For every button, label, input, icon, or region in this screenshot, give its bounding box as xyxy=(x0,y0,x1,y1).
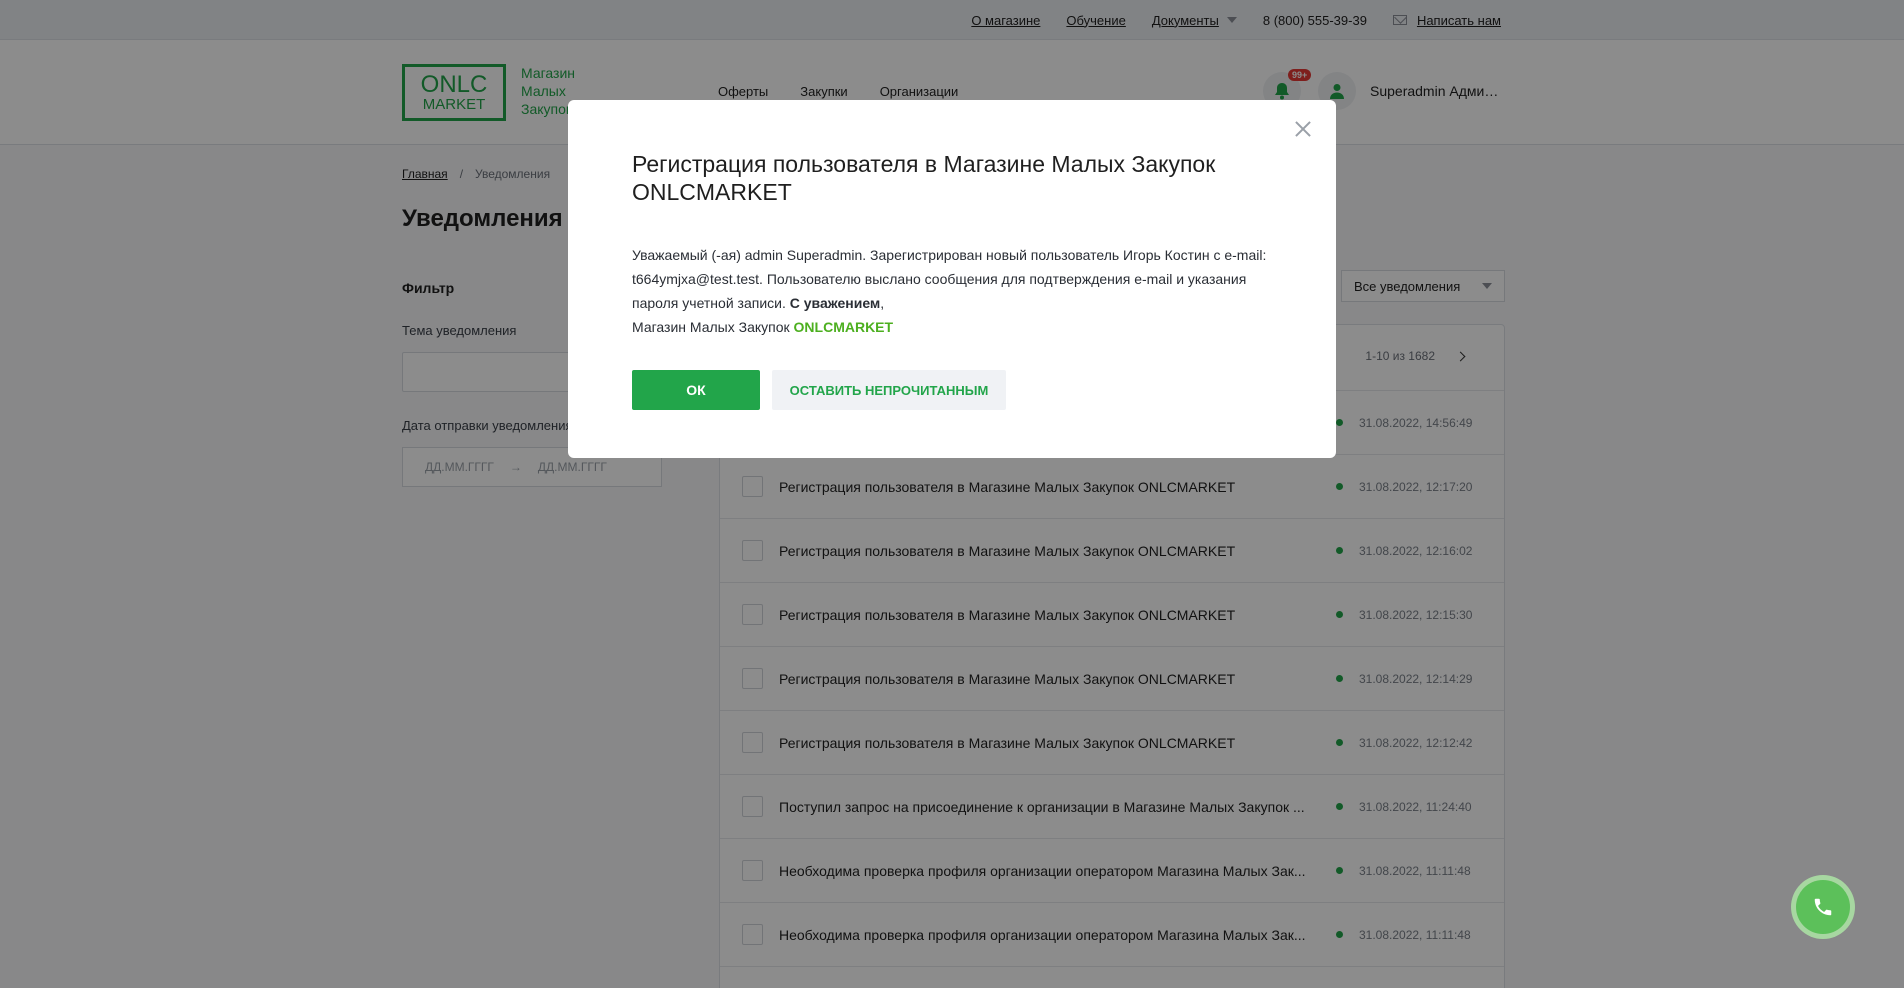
notification-modal: Регистрация пользователя в Магазине Малы… xyxy=(568,100,1336,458)
modal-signature: Магазин Малых Закупок xyxy=(632,319,790,335)
modal-body-text: Уважаемый (-ая) admin Superadmin. Зареги… xyxy=(632,247,1267,311)
close-icon[interactable] xyxy=(1292,118,1314,140)
modal-title: Регистрация пользователя в Магазине Малы… xyxy=(632,151,1216,205)
phone-icon xyxy=(1814,898,1832,916)
call-button[interactable] xyxy=(1791,875,1855,939)
ok-button[interactable]: ОК xyxy=(632,370,760,410)
call-button-inner xyxy=(1796,880,1850,934)
modal-body: Уважаемый (-ая) admin Superadmin. Зареги… xyxy=(632,247,1267,335)
modal-regards: С уважением xyxy=(789,295,881,311)
leave-unread-button[interactable]: ОСТАВИТЬ НЕПРОЧИТАННЫМ xyxy=(772,370,1006,410)
modal-brand: ONLCMARKET xyxy=(793,319,894,335)
